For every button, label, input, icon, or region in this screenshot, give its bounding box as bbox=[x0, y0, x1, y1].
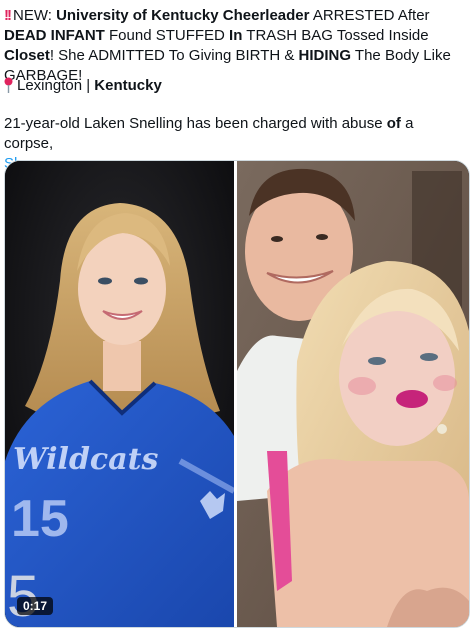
post-location: Lexington | Kentucky bbox=[4, 76, 162, 96]
headline-part: In bbox=[229, 27, 243, 44]
headline-part: NEW: bbox=[13, 7, 57, 24]
headline-part: DEAD INFANT bbox=[4, 27, 105, 44]
headline-part: ARRESTED After bbox=[309, 7, 430, 24]
location-state: Kentucky bbox=[94, 77, 162, 94]
media-image-right[interactable] bbox=[237, 161, 469, 627]
post-headline: !! NEW: University of Kentucky Cheerleade… bbox=[4, 6, 466, 86]
headline-part: TRASH BAG Tossed Inside bbox=[242, 27, 429, 44]
summary-text: of bbox=[386, 115, 401, 132]
headline-part: ! She ADMITTED To Giving BIRTH & bbox=[49, 47, 299, 64]
jersey-number: 15 bbox=[11, 490, 69, 548]
headline-part: Closet bbox=[4, 47, 50, 64]
video-duration-badge: 0:17 bbox=[17, 597, 54, 615]
headline-part: Found STUFFED bbox=[104, 27, 230, 44]
media-image-left[interactable]: Wildcats 15 5 bbox=[5, 161, 234, 627]
watermark-number: 5 bbox=[7, 564, 39, 627]
headline-part: University of Kentucky Cheerleader bbox=[56, 7, 310, 24]
headline-part: HIDING bbox=[298, 47, 352, 64]
media-container[interactable]: Wildcats 15 5 0:17 bbox=[4, 160, 470, 628]
summary-text: 21-year-old Laken Snelling has been char… bbox=[4, 115, 387, 132]
jersey-wordmark: Wildcats bbox=[13, 442, 158, 477]
double-exclamation-icon: !! bbox=[4, 7, 12, 24]
location-city: Lexington | bbox=[17, 77, 95, 94]
pin-icon bbox=[4, 77, 13, 93]
